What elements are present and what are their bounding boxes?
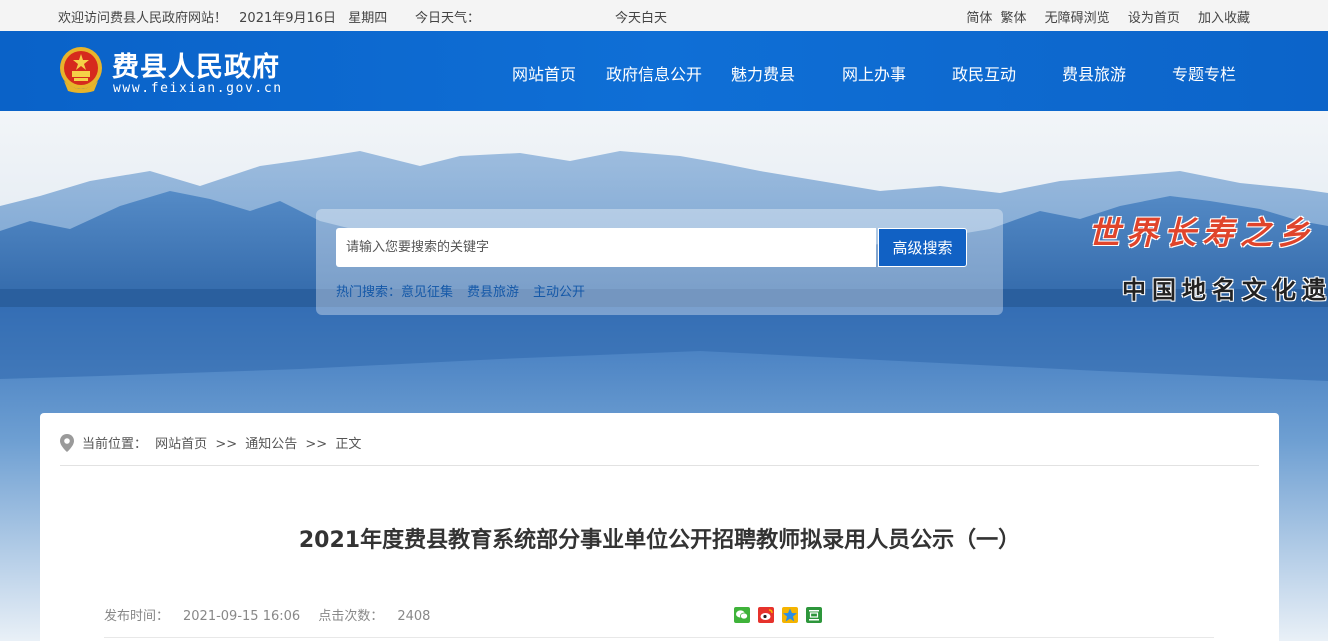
add-favorite-link[interactable]: 加入收藏: [1198, 11, 1250, 26]
hot-search: 热门搜索：意见征集 费县旅游 主动公开: [336, 281, 585, 300]
advanced-search-button[interactable]: 高级搜索: [878, 228, 967, 267]
nav-interaction[interactable]: 政民互动: [952, 61, 1016, 85]
weibo-icon[interactable]: [758, 607, 774, 623]
date-text: 2021年9月16日: [239, 11, 337, 26]
douban-icon[interactable]: [806, 607, 822, 623]
views-label: 点击次数：: [318, 609, 384, 624]
nav-tourism[interactable]: 费县旅游: [1062, 61, 1126, 85]
divider: [60, 465, 1259, 466]
weekday-text: 星期四: [348, 11, 388, 26]
top-bar-info: 欢迎访问费县人民政府网站！ 2021年9月16日 星期四: [58, 7, 395, 26]
search-panel: 高级搜索 热门搜索：意见征集费县旅游主动公开: [316, 209, 1003, 315]
hot-link-public[interactable]: 主动公开: [533, 285, 585, 300]
simplified-link[interactable]: 简体: [966, 11, 992, 26]
nav-special[interactable]: 专题专栏: [1172, 61, 1236, 85]
divider: [104, 637, 1214, 638]
site-name[interactable]: 费县人民政府: [112, 45, 280, 84]
set-homepage-link[interactable]: 设为首页: [1128, 11, 1180, 26]
accessibility-link[interactable]: 无障碍浏览: [1045, 11, 1110, 26]
breadcrumb: 当前位置： 网站首页 >> 通知公告 >> 正文: [60, 433, 361, 456]
nav-gov-info[interactable]: 政府信息公开: [606, 61, 702, 85]
weather-text: 今天白天: [615, 11, 667, 26]
national-emblem-icon[interactable]: [58, 45, 104, 95]
top-bar: 欢迎访问费县人民政府网站！ 2021年9月16日 星期四 今日天气： 今天白天 …: [0, 0, 1328, 31]
header: 费县人民政府 www.feixian.gov.cn 网站首页 政府信息公开 魅力…: [0, 31, 1328, 111]
welcome-text: 欢迎访问费县人民政府网站！: [58, 11, 228, 26]
top-bar-links: 简体 繁体 无障碍浏览 设为首页 加入收藏: [966, 7, 1250, 26]
breadcrumb-current: 正文: [335, 437, 362, 452]
nav-home[interactable]: 网站首页: [512, 61, 576, 85]
qzone-icon[interactable]: [782, 607, 798, 623]
content-card: 当前位置： 网站首页 >> 通知公告 >> 正文 2021年度费县教育系统部分事…: [40, 413, 1279, 641]
breadcrumb-separator: >>: [215, 437, 238, 452]
publish-label: 发布时间：: [104, 609, 170, 624]
site-url: www.feixian.gov.cn: [113, 81, 283, 96]
wechat-icon[interactable]: [734, 607, 750, 623]
slogan-heritage: 中国地名文化遗产: [1122, 275, 1328, 304]
weather-label: 今日天气：: [415, 11, 481, 26]
hot-link-tourism[interactable]: 费县旅游: [467, 285, 519, 300]
search-input[interactable]: [336, 228, 876, 267]
breadcrumb-notice[interactable]: 通知公告: [245, 437, 297, 452]
nav-charm-feixian[interactable]: 魅力费县: [731, 61, 795, 85]
breadcrumb-separator: >>: [305, 437, 328, 452]
publish-time: 2021-09-15 16:06: [183, 609, 301, 624]
hot-search-label: 热门搜索：: [336, 285, 402, 300]
article-meta: 发布时间： 2021-09-15 16:06 点击次数： 2408: [104, 605, 444, 624]
views-count: 2408: [397, 609, 431, 624]
slogan-longevity: 世界长寿之乡: [1088, 214, 1317, 252]
article-title: 2021年度费县教育系统部分事业单位公开招聘教师拟录用人员公示（一）: [298, 528, 1021, 553]
breadcrumb-home[interactable]: 网站首页: [155, 437, 207, 452]
traditional-link[interactable]: 繁体: [1001, 11, 1027, 26]
nav-online-service[interactable]: 网上办事: [842, 61, 906, 85]
breadcrumb-label: 当前位置：: [82, 437, 148, 452]
hot-link-opinion[interactable]: 意见征集: [401, 285, 453, 300]
location-pin-icon: [60, 433, 74, 456]
